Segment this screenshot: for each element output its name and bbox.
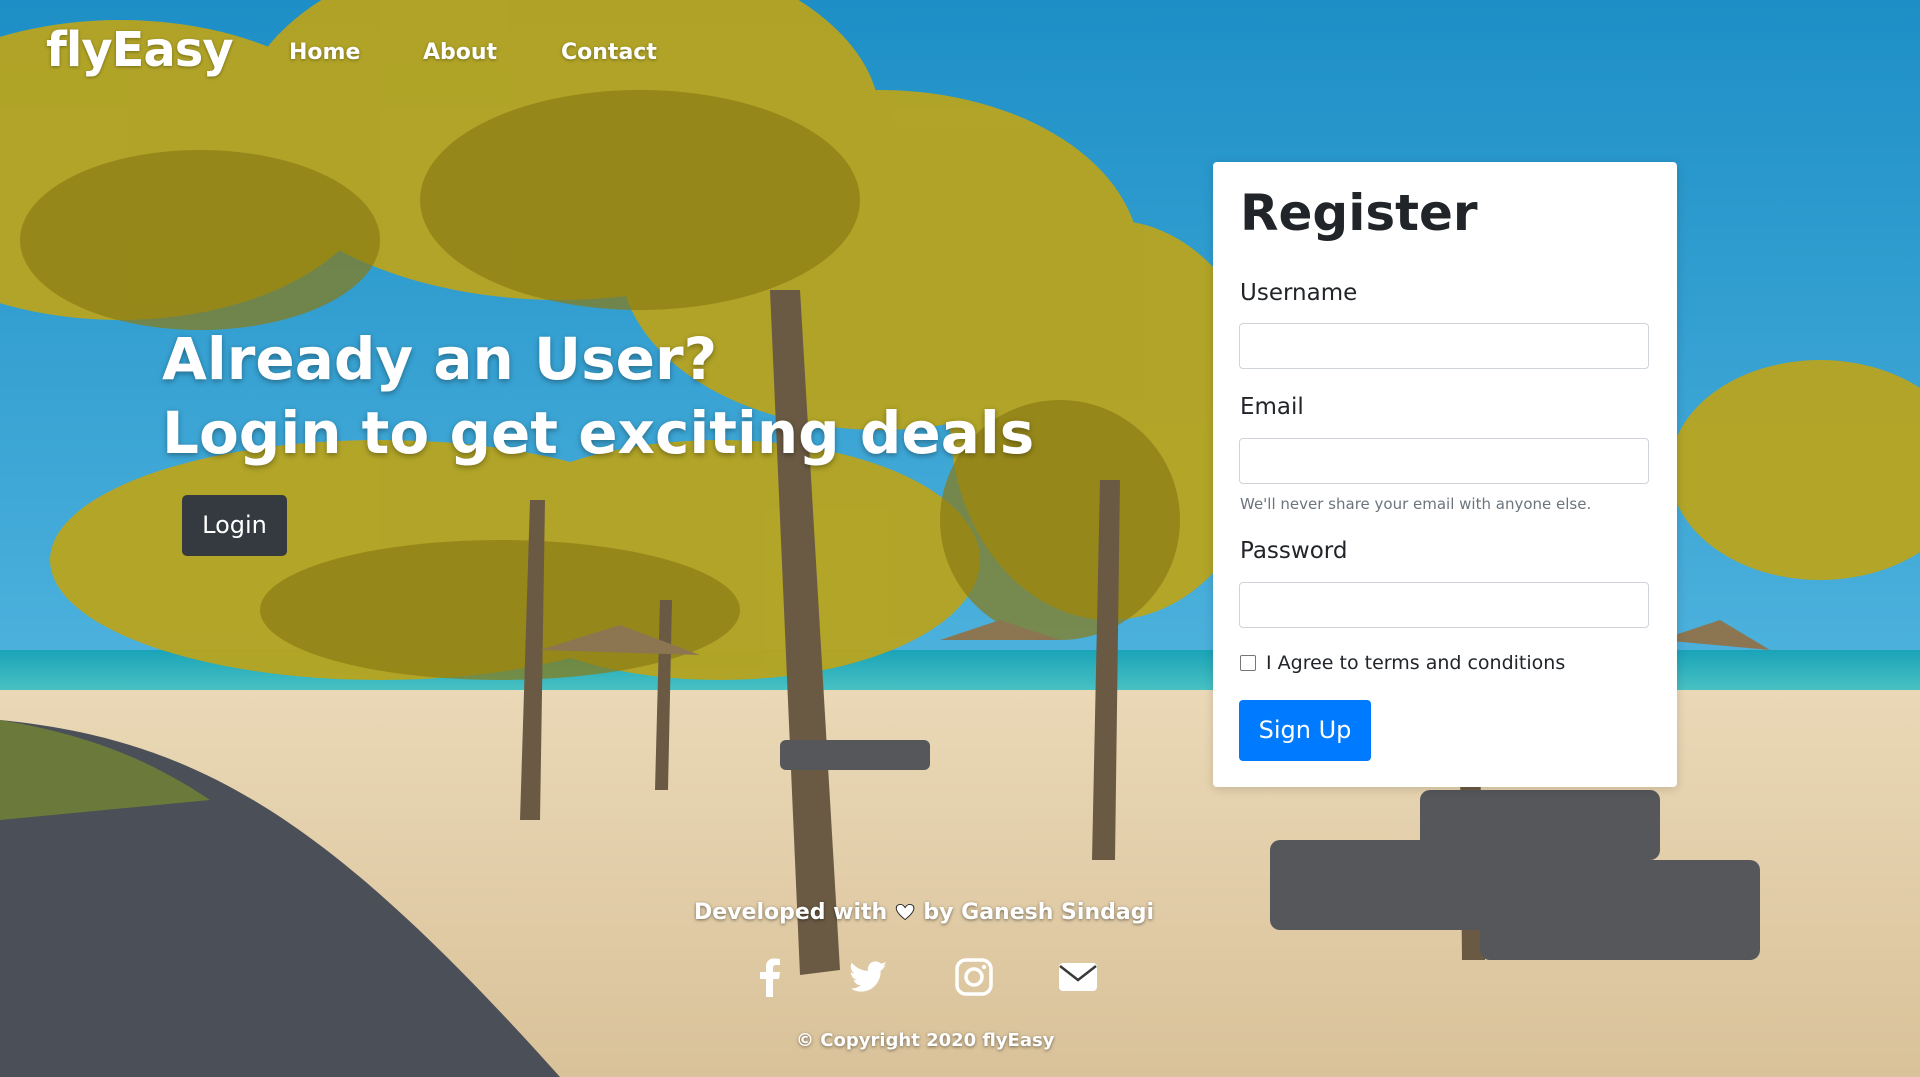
twitter-icon[interactable] [847, 955, 891, 999]
username-input[interactable] [1239, 323, 1649, 369]
hero-line-2: Login to get exciting deals [162, 399, 1035, 467]
login-button[interactable]: Login [182, 495, 287, 556]
register-card: Register Username Email We'll never shar… [1213, 162, 1677, 787]
email-help-text: We'll never share your email with anyone… [1240, 495, 1592, 513]
developed-credit: Developed with by Ganesh Sindagi [694, 899, 1154, 925]
envelope-icon[interactable] [1056, 955, 1100, 999]
hero-heading: Already an User? Login to get exciting d… [162, 322, 1034, 470]
email-input[interactable] [1239, 438, 1649, 484]
copyright-text: © Copyright 2020 flyEasy [796, 1030, 1055, 1051]
signup-button[interactable]: Sign Up [1239, 700, 1371, 761]
heart-icon [896, 903, 915, 921]
agree-label[interactable]: I Agree to terms and conditions [1266, 652, 1565, 674]
page: flyEasy Home About Contact Already an Us… [0, 0, 1920, 1077]
hero-line-1: Already an User? [162, 325, 718, 393]
email-label: Email [1240, 394, 1304, 420]
register-title: Register [1240, 184, 1478, 242]
nav-link-contact[interactable]: Contact [561, 40, 657, 65]
navbar: flyEasy Home About Contact [0, 0, 1920, 110]
nav-link-about[interactable]: About [423, 40, 497, 65]
brand-logo[interactable]: flyEasy [46, 22, 234, 78]
instagram-icon[interactable] [952, 955, 996, 999]
password-label: Password [1240, 538, 1348, 564]
facebook-icon[interactable] [748, 955, 792, 999]
developed-prefix: Developed with [694, 899, 888, 925]
agree-row: I Agree to terms and conditions [1240, 652, 1565, 674]
developed-suffix: by Ganesh Sindagi [923, 899, 1154, 925]
password-input[interactable] [1239, 582, 1649, 628]
username-label: Username [1240, 280, 1358, 306]
nav-link-home[interactable]: Home [289, 40, 360, 65]
agree-checkbox[interactable] [1240, 655, 1256, 671]
